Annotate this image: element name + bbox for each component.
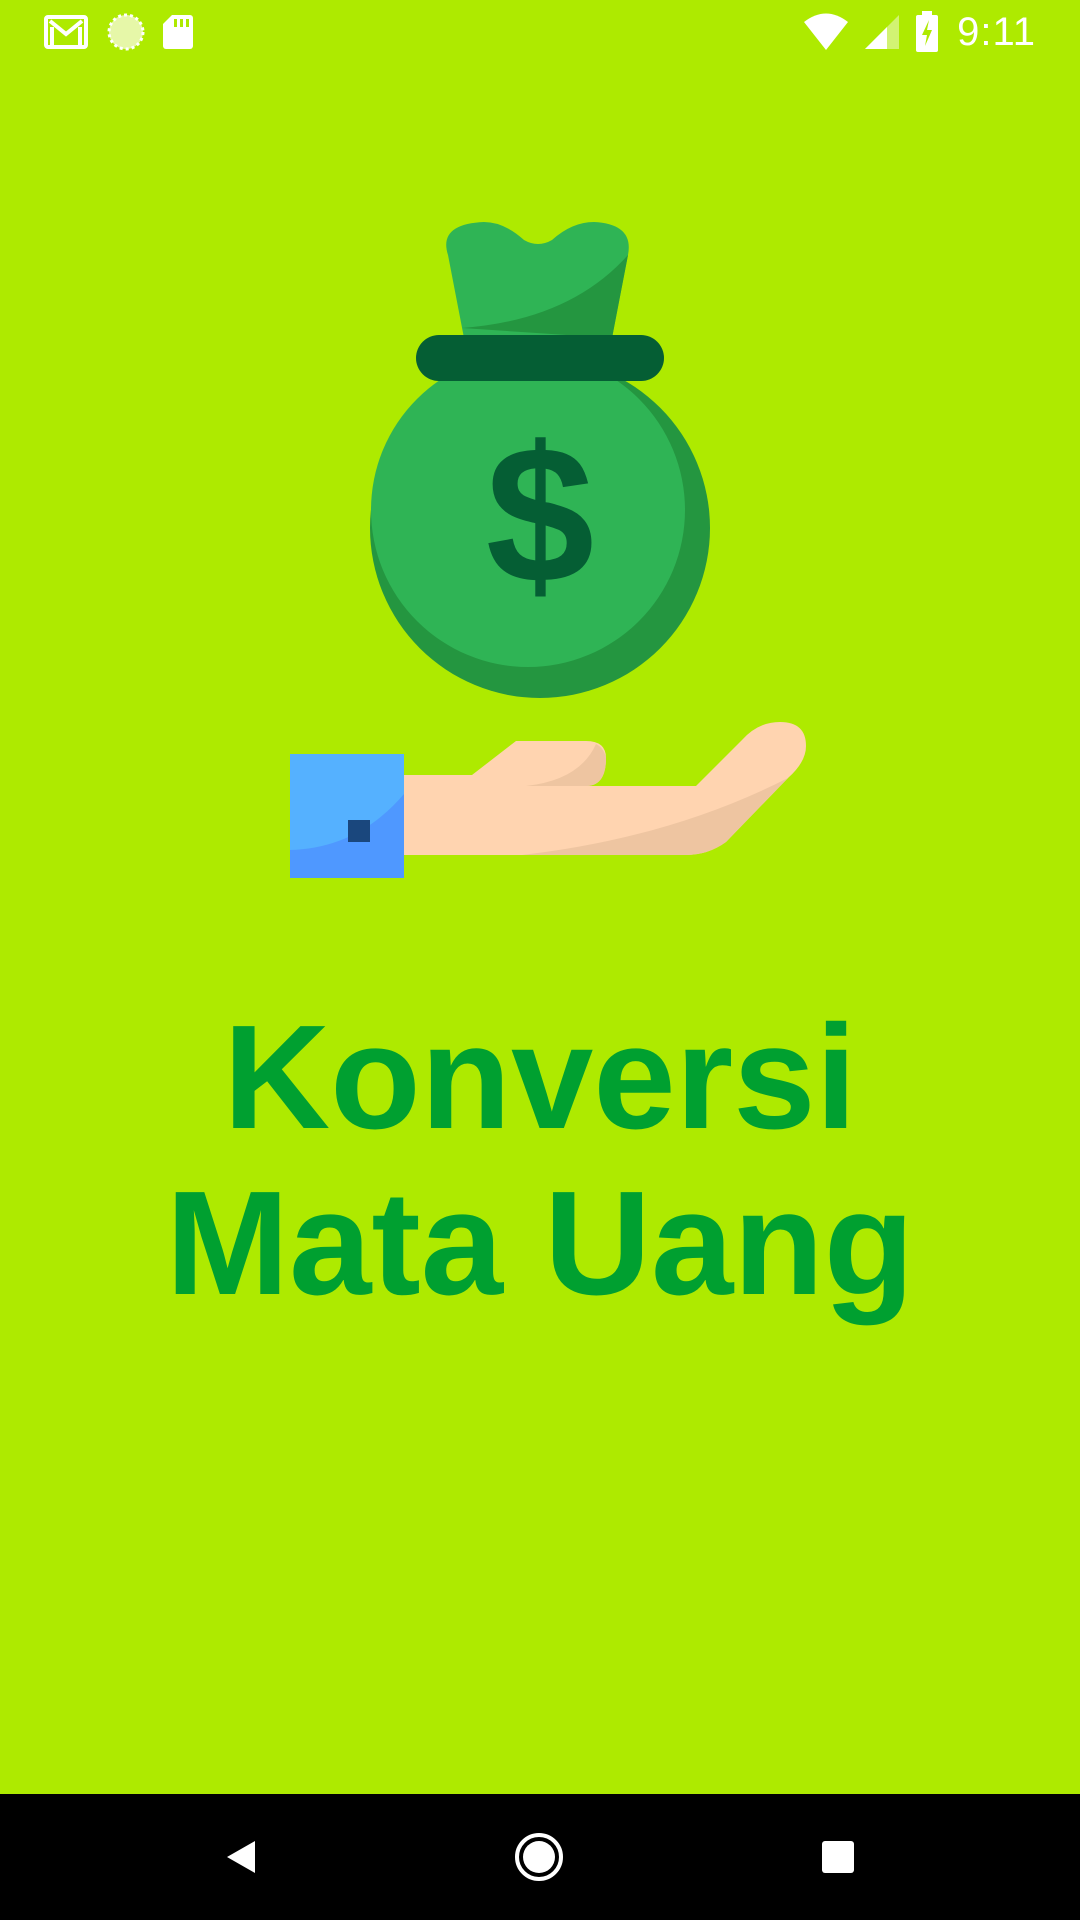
home-button[interactable] — [476, 1794, 602, 1920]
home-icon — [515, 1833, 563, 1881]
wifi-icon — [804, 13, 849, 50]
back-button[interactable] — [178, 1794, 304, 1920]
sync-circle-icon — [107, 13, 145, 51]
recents-icon — [822, 1841, 854, 1873]
recents-button[interactable] — [775, 1794, 901, 1920]
money-bag-icon: $ — [370, 222, 710, 698]
app-title-line-1: Konversi — [223, 995, 857, 1160]
hand-icon — [290, 722, 806, 878]
app-title-line-2: Mata Uang — [165, 1161, 915, 1326]
navigation-bar — [0, 1794, 1080, 1920]
status-time: 9:11 — [957, 9, 1036, 54]
app-title: Konversi Mata Uang — [0, 995, 1080, 1327]
sd-card-icon — [163, 15, 193, 49]
dollar-sign-icon: $ — [486, 406, 594, 624]
notification-icons — [44, 10, 194, 54]
battery-charging-icon — [916, 11, 939, 52]
status-indicators: 9:11 — [803, 10, 1036, 54]
cellular-signal-icon — [865, 15, 900, 49]
status-bar: 9:11 — [0, 0, 1080, 66]
back-icon — [227, 1841, 255, 1873]
gmail-icon — [44, 15, 88, 49]
money-bag-on-hand-illustration: $ — [290, 222, 806, 878]
